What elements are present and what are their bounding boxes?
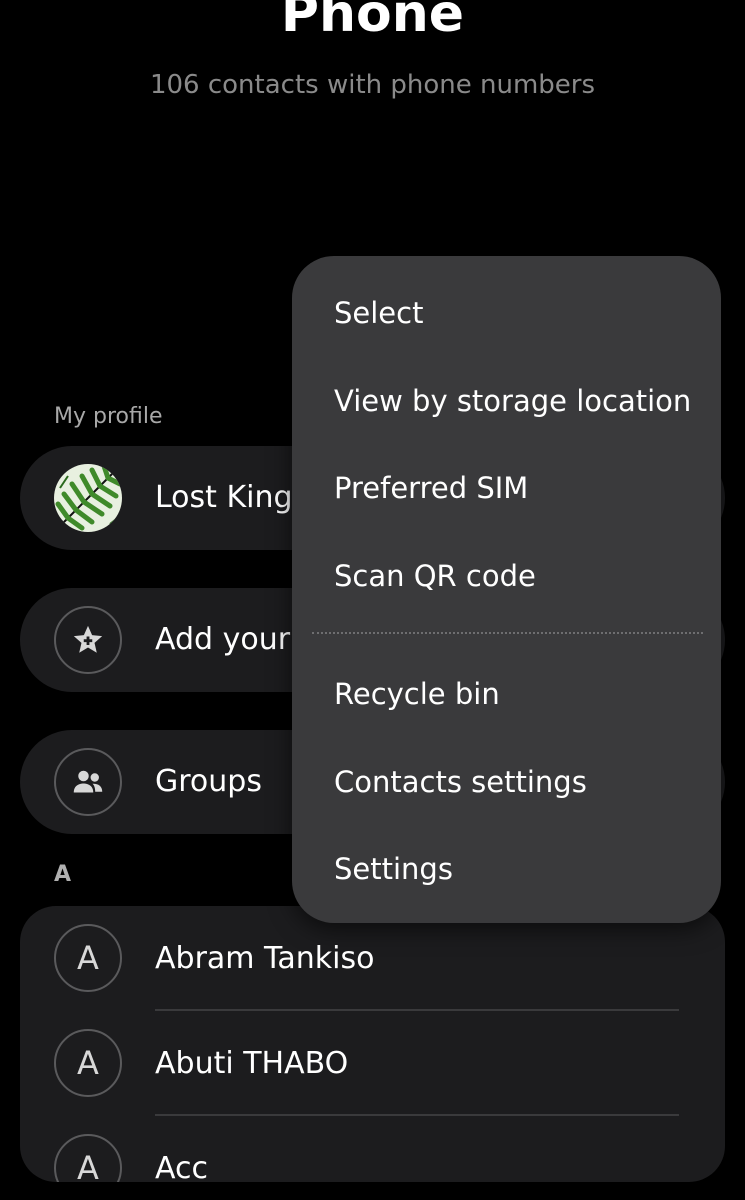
- menu-item-view-by-storage-location[interactable]: View by storage location: [292, 361, 721, 441]
- menu-item-contacts-settings[interactable]: Contacts settings: [292, 742, 721, 822]
- star-plus-icon: [54, 606, 122, 674]
- contact-name: Abuti THABO: [155, 1046, 349, 1081]
- contact-avatar: A: [54, 924, 122, 992]
- contact-name: Acc: [155, 1151, 208, 1182]
- menu-item-recycle-bin[interactable]: Recycle bin: [292, 654, 721, 734]
- menu-item-settings[interactable]: Settings: [292, 829, 721, 909]
- index-letter-a: A: [54, 862, 72, 887]
- contact-row[interactable]: A Abuti THABO: [20, 1011, 725, 1116]
- contacts-list: A Abram Tankiso A Abuti THABO A Acc: [20, 906, 725, 1182]
- group-people-icon: [54, 748, 122, 816]
- fern-leaf-avatar-icon: [54, 464, 122, 532]
- contact-avatar: A: [54, 1029, 122, 1097]
- profile-avatar: [54, 464, 122, 532]
- contacts-count-subtitle: 106 contacts with phone numbers: [149, 70, 596, 100]
- menu-divider: [312, 632, 703, 634]
- menu-item-scan-qr-code[interactable]: Scan QR code: [292, 536, 721, 616]
- menu-item-select[interactable]: Select: [292, 273, 721, 353]
- menu-item-preferred-sim[interactable]: Preferred SIM: [292, 448, 721, 528]
- groups-label: Groups: [155, 764, 262, 799]
- profile-name: Lost Kings: [155, 480, 309, 515]
- my-profile-label: My profile: [54, 404, 163, 429]
- page-title: Phone: [280, 0, 465, 44]
- overflow-menu: Select View by storage location Preferre…: [292, 256, 721, 923]
- contact-row[interactable]: A Acc: [20, 1116, 725, 1182]
- contact-avatar: A: [54, 1134, 122, 1182]
